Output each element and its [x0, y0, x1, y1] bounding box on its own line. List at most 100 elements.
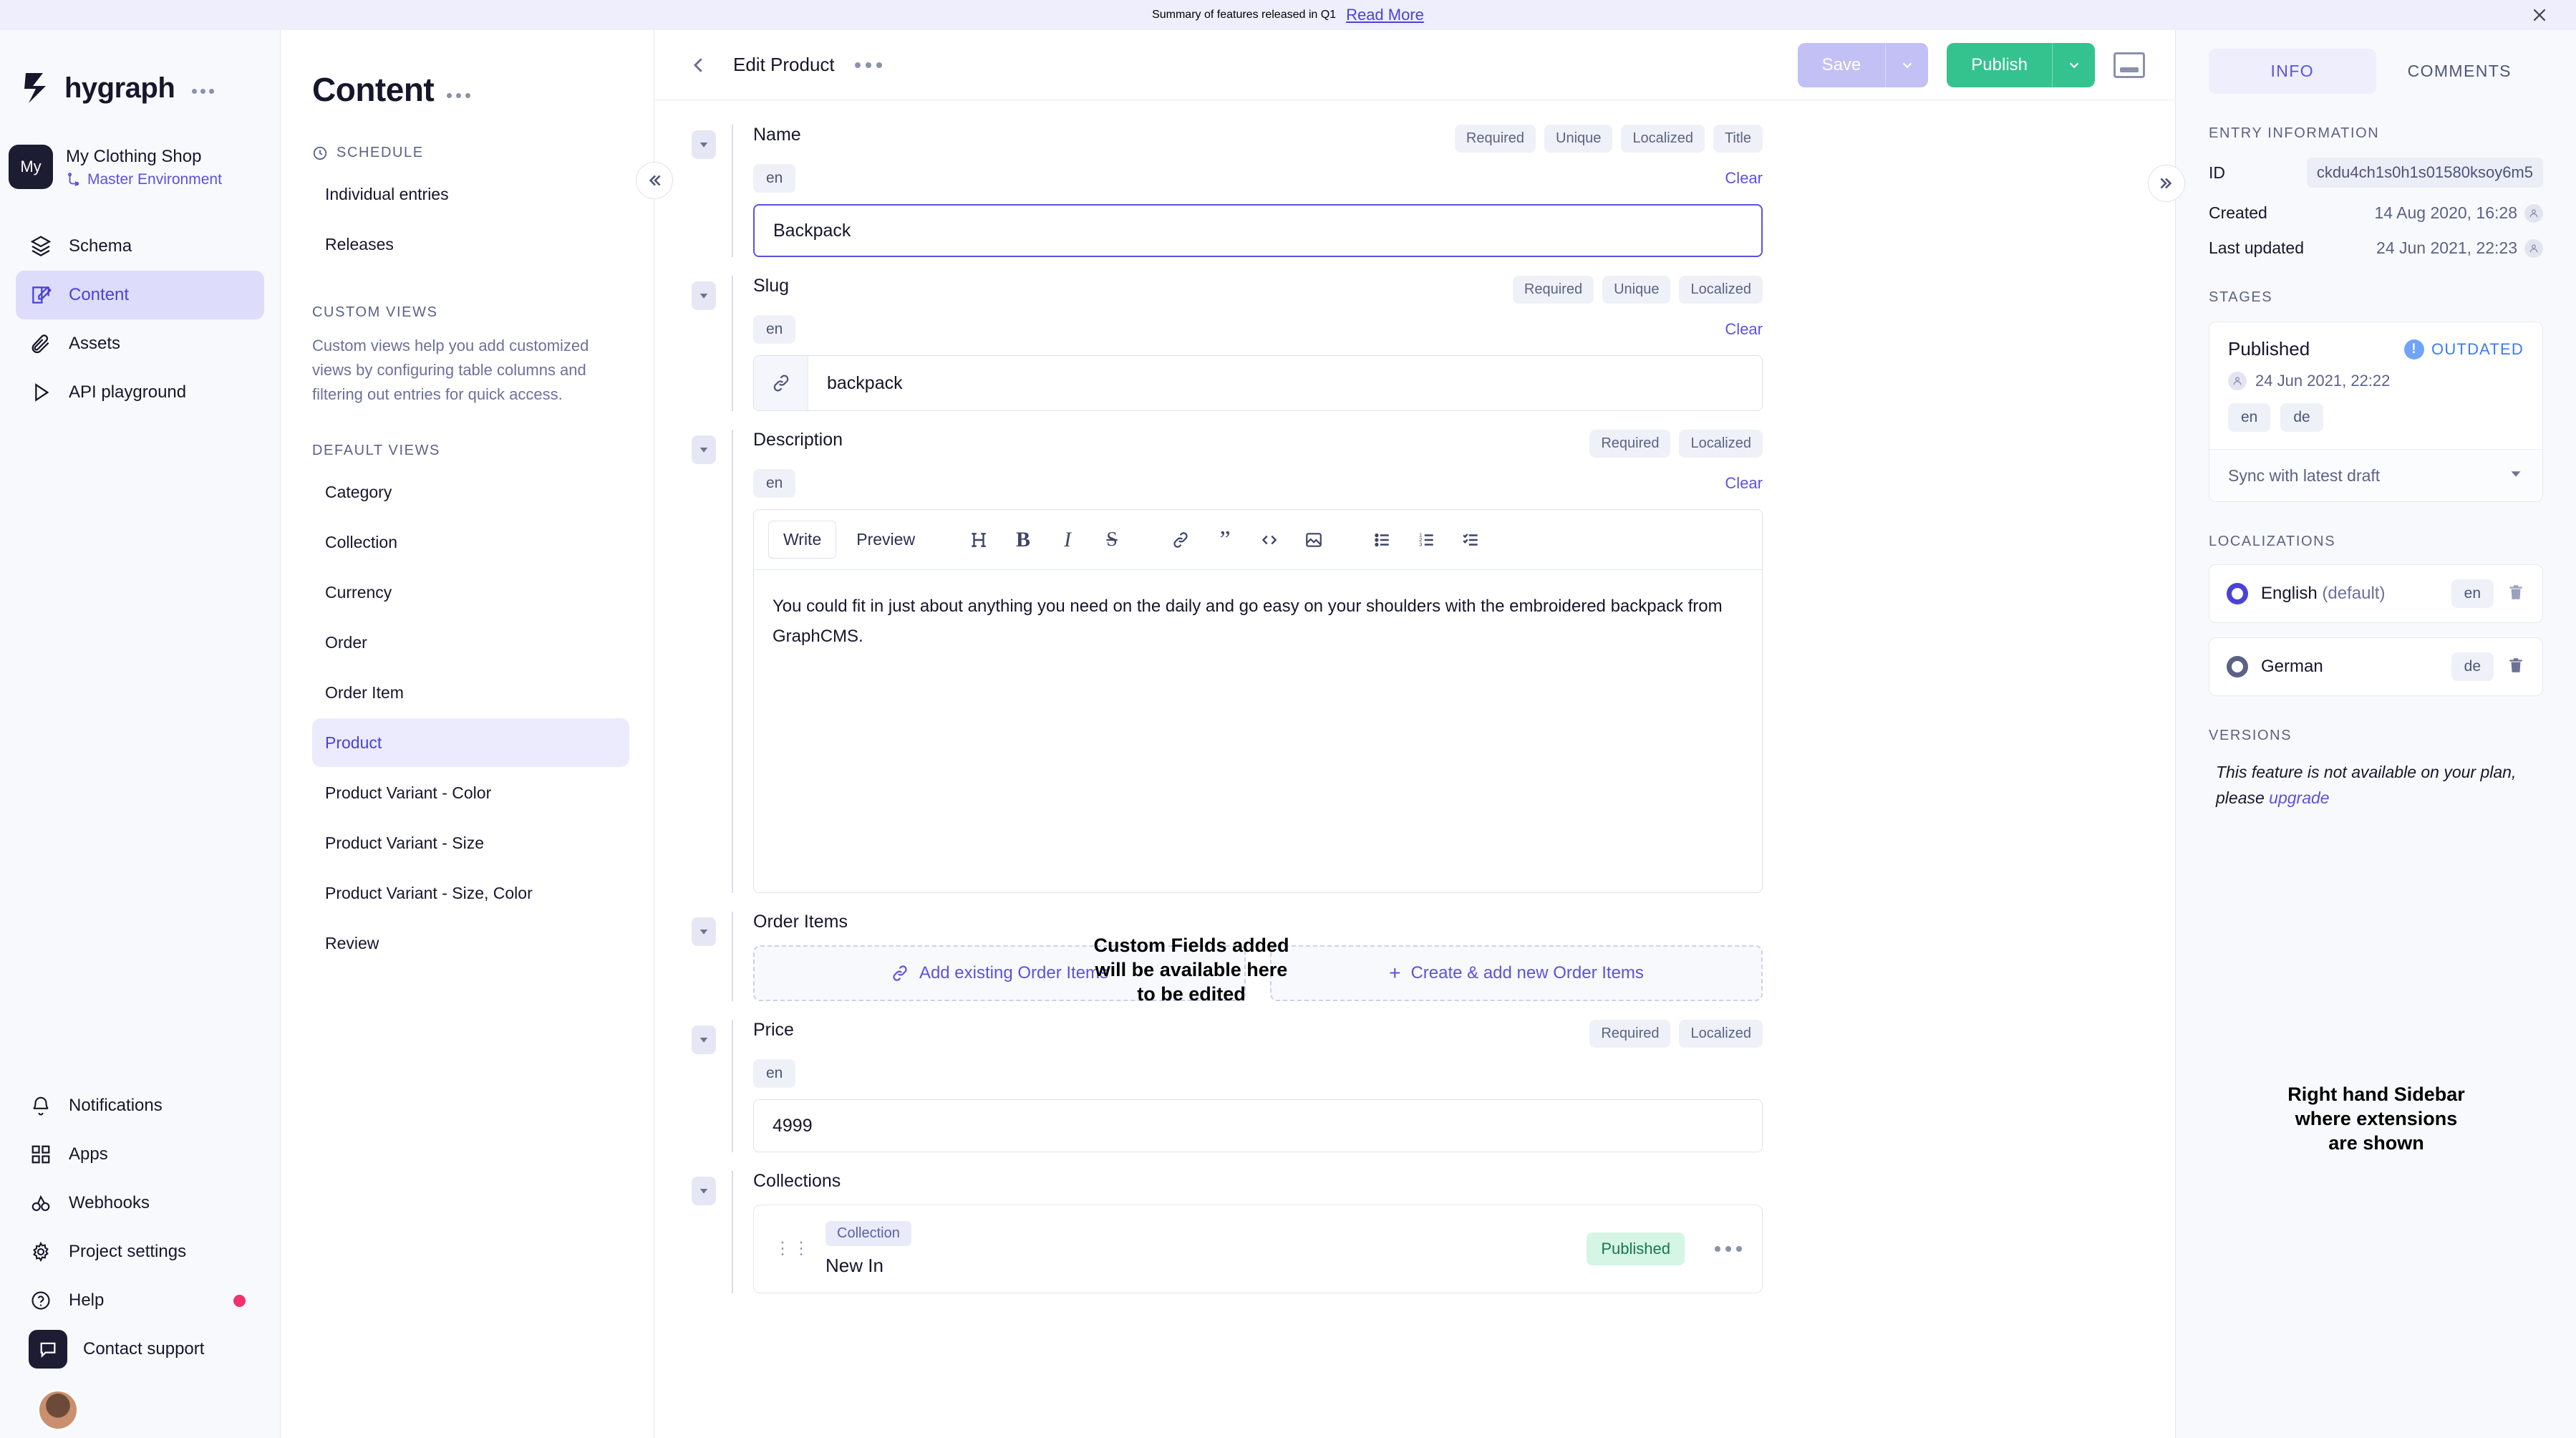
sidebar-item-help[interactable]: Help [16, 1276, 264, 1325]
collapse-left-panel-button[interactable] [636, 162, 673, 199]
bullet-list-icon[interactable] [1363, 521, 1402, 559]
publish-button[interactable]: Publish [1947, 42, 2052, 87]
collapse-field-collections-button[interactable] [692, 1177, 716, 1205]
list-item[interactable]: ⋮⋮ Collection New In Published [753, 1205, 1763, 1293]
drag-handle-icon[interactable]: ⋮⋮ [774, 1240, 811, 1258]
project-environment[interactable]: Master Environment [66, 171, 222, 188]
tab-write[interactable]: Write [768, 521, 837, 559]
more-dots-icon[interactable] [192, 88, 215, 94]
view-item-product-variant-size[interactable]: Product Variant - Size [312, 819, 629, 867]
view-item-collection[interactable]: Collection [312, 518, 629, 566]
more-dots-icon[interactable] [854, 62, 882, 68]
sidebar-item-api-playground[interactable]: API playground [16, 368, 264, 417]
field-collections: Collections ⋮⋮ Collection New In Publish… [654, 1171, 2175, 1293]
save-button[interactable]: Save [1797, 42, 1886, 87]
sidebar-item-schema[interactable]: Schema [16, 222, 264, 271]
collapse-field-slug-button[interactable] [692, 281, 716, 310]
create-new-order-items-button[interactable]: + Create & add new Order Items [1270, 945, 1763, 1001]
collapse-field-name-button[interactable] [692, 130, 716, 159]
chevrons-left-icon [649, 175, 661, 186]
chevron-left-icon[interactable] [684, 51, 713, 79]
radio-selected-icon[interactable] [2227, 583, 2248, 604]
avatar[interactable] [37, 1389, 79, 1431]
project-switcher[interactable]: My My Clothing Shop Master Environment [0, 105, 280, 189]
stage-locales: en de [2228, 403, 2524, 432]
upgrade-link[interactable]: upgrade [2269, 788, 2329, 807]
italic-icon[interactable]: I [1048, 521, 1087, 559]
banner-read-more-link[interactable]: Read More [1346, 6, 1424, 24]
description-textarea[interactable]: You could fit in just about anything you… [754, 570, 1762, 892]
sidebar-item-project-settings[interactable]: Project settings [16, 1227, 264, 1276]
localization-row-english[interactable]: English (default) en [2209, 564, 2543, 623]
strikethrough-icon[interactable]: S [1093, 521, 1131, 559]
sidebar-item-notifications[interactable]: Notifications [16, 1081, 264, 1130]
localization-row-german[interactable]: German de [2209, 637, 2543, 696]
view-item-product-variant-color[interactable]: Product Variant - Color [312, 768, 629, 817]
schedule-item-releases[interactable]: Releases [312, 220, 629, 269]
heading-icon[interactable] [959, 521, 998, 559]
clear-name-link[interactable]: Clear [1725, 169, 1763, 188]
tab-preview[interactable]: Preview [842, 521, 929, 558]
numbered-list-icon[interactable]: 123 [1408, 521, 1446, 559]
view-item-product-variant-size-color[interactable]: Product Variant - Size, Color [312, 869, 629, 917]
status-badge: Published [1587, 1232, 1685, 1265]
entry-id-value[interactable]: ckdu4ch1s0h1s01580ksoy6m5 [2306, 158, 2543, 188]
trash-icon[interactable] [2507, 656, 2525, 678]
save-dropdown-chevron-down-icon[interactable] [1885, 42, 1929, 87]
slug-input-group[interactable]: backpack [753, 355, 1763, 411]
quote-icon[interactable]: ” [1206, 521, 1244, 559]
image-icon[interactable] [1294, 521, 1333, 559]
clear-slug-link[interactable]: Clear [1725, 320, 1763, 339]
page-title-text: Content [312, 71, 435, 108]
name-input[interactable]: Backpack [753, 204, 1763, 257]
schedule-item-individual-entries[interactable]: Individual entries [312, 170, 629, 218]
slug-input[interactable]: backpack [808, 356, 1762, 410]
stage-date: 24 Jun 2021, 22:22 [2255, 372, 2391, 390]
add-existing-order-items-button[interactable]: Add existing Order Items [753, 945, 1246, 1001]
link-icon[interactable] [1161, 521, 1200, 559]
pill-required: Required [1454, 125, 1536, 153]
check-list-icon[interactable] [1452, 521, 1491, 559]
sync-with-latest-draft-select[interactable]: Sync with latest draft [2209, 449, 2542, 501]
view-item-order[interactable]: Order [312, 618, 629, 667]
sidebar-item-content[interactable]: Content [16, 271, 264, 319]
panel-toggle-icon[interactable] [2113, 52, 2145, 78]
collapse-field-description-button[interactable] [692, 435, 716, 464]
publish-dropdown-chevron-down-icon[interactable] [2052, 42, 2095, 87]
locale-chip: en [753, 315, 796, 344]
user-avatar-icon [2524, 203, 2543, 223]
tab-info[interactable]: INFO [2209, 49, 2376, 94]
sidebar-item-apps[interactable]: Apps [16, 1130, 264, 1179]
tab-comments[interactable]: COMMENTS [2376, 49, 2544, 94]
collapse-right-panel-button[interactable] [2148, 165, 2185, 202]
entry-form: Name Required Unique Localized Title en … [654, 100, 2175, 1438]
annotation-right-sidebar: Right hand Sidebar where extensions are … [2287, 1084, 2465, 1154]
entry-updated-label: Last updated [2209, 238, 2305, 257]
localizations-header: LOCALIZATIONS [2209, 534, 2336, 549]
sidebar-item-contact-support[interactable]: Contact support [16, 1325, 264, 1374]
sidebar-item-webhooks[interactable]: Webhooks [16, 1179, 264, 1227]
stage-locale-en[interactable]: en [2228, 403, 2271, 432]
app-logo[interactable]: hygraph [0, 30, 280, 105]
trash-icon[interactable] [2507, 583, 2525, 605]
view-item-currency[interactable]: Currency [312, 568, 629, 617]
collapse-field-order-items-button[interactable] [692, 917, 716, 946]
default-views-list: Category Collection Currency Order Order… [312, 468, 629, 967]
view-item-order-item[interactable]: Order Item [312, 668, 629, 717]
bold-icon[interactable]: B [1004, 521, 1042, 559]
view-item-review[interactable]: Review [312, 919, 629, 967]
more-dots-icon[interactable] [447, 92, 471, 98]
stage-locale-de[interactable]: de [2280, 403, 2323, 432]
clear-description-link[interactable]: Clear [1725, 474, 1763, 493]
price-input[interactable]: 4999 [753, 1099, 1763, 1152]
more-dots-icon[interactable] [1715, 1246, 1742, 1252]
sidebar-item-label: Notifications [69, 1096, 163, 1115]
view-item-product[interactable]: Product [312, 718, 629, 768]
code-icon[interactable] [1250, 521, 1289, 559]
collapse-field-price-button[interactable] [692, 1026, 716, 1054]
sidebar-item-assets[interactable]: Assets [16, 319, 264, 368]
sidebar-item-label: Contact support [83, 1339, 205, 1359]
radio-selected-icon[interactable] [2227, 656, 2248, 677]
view-item-category[interactable]: Category [312, 468, 629, 516]
close-icon[interactable] [2529, 4, 2550, 26]
